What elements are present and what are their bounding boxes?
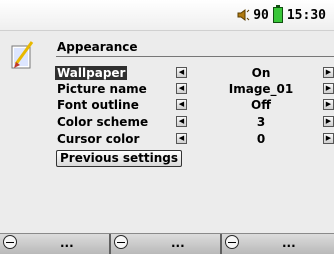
- arrow-left-icon[interactable]: ◀: [176, 67, 187, 78]
- panel-title: Appearance: [57, 40, 138, 54]
- arrow-left-icon[interactable]: ◀: [176, 116, 187, 127]
- clock: 15:30: [286, 7, 326, 23]
- arrow-right-icon[interactable]: ▶: [323, 67, 334, 78]
- setting-label[interactable]: Wallpaper: [55, 66, 128, 80]
- setting-label[interactable]: Picture name: [57, 82, 147, 96]
- volume-level: 90: [253, 7, 269, 23]
- status-area: 90 15:30: [237, 5, 326, 24]
- setting-row-picture-name[interactable]: Picture name ◀ Image_01 ▶: [0, 82, 334, 96]
- softkey-circle-icon: [225, 235, 239, 249]
- arrow-right-icon[interactable]: ▶: [323, 133, 334, 144]
- setting-value: 3: [256, 115, 266, 129]
- arrow-right-icon[interactable]: ▶: [323, 99, 334, 110]
- setting-row-font-outline[interactable]: Font outline ◀ Off ▶: [0, 98, 334, 112]
- setting-row-wallpaper[interactable]: Wallpaper ◀ On ▶: [0, 66, 334, 80]
- arrow-left-icon[interactable]: ◀: [176, 83, 187, 94]
- arrow-left-icon[interactable]: ◀: [176, 133, 187, 144]
- setting-label[interactable]: Font outline: [57, 98, 139, 112]
- softkey-label: ...: [60, 236, 74, 250]
- arrow-right-icon[interactable]: ▶: [323, 83, 334, 94]
- arrow-left-icon[interactable]: ◀: [176, 99, 187, 110]
- speaker-icon: [237, 8, 251, 22]
- title-divider: [56, 56, 334, 57]
- softkey-3[interactable]: ...: [222, 234, 334, 254]
- softkey-2[interactable]: ...: [111, 234, 222, 254]
- previous-settings-button[interactable]: Previous settings: [56, 150, 183, 167]
- status-bar: 90 15:30: [0, 0, 334, 31]
- setting-value: 0: [256, 132, 266, 146]
- softkey-label: ...: [171, 236, 185, 250]
- softkey-circle-icon: [114, 235, 128, 249]
- setting-label[interactable]: Color scheme: [57, 115, 148, 129]
- setting-value: Image_01: [228, 82, 294, 96]
- battery-icon: [272, 5, 283, 23]
- setting-value: On: [251, 66, 271, 80]
- softkey-label: ...: [282, 236, 296, 250]
- softkey-1[interactable]: ...: [0, 234, 111, 254]
- setting-label[interactable]: Cursor color: [57, 132, 139, 146]
- softkey-circle-icon: [3, 235, 17, 249]
- setting-value: Off: [251, 98, 271, 112]
- arrow-right-icon[interactable]: ▶: [323, 116, 334, 127]
- setting-row-cursor-color[interactable]: Cursor color ◀ 0 ▶: [0, 132, 334, 146]
- setting-row-color-scheme[interactable]: Color scheme ◀ 3 ▶: [0, 115, 334, 129]
- softkey-bar: ... ... ...: [0, 233, 334, 254]
